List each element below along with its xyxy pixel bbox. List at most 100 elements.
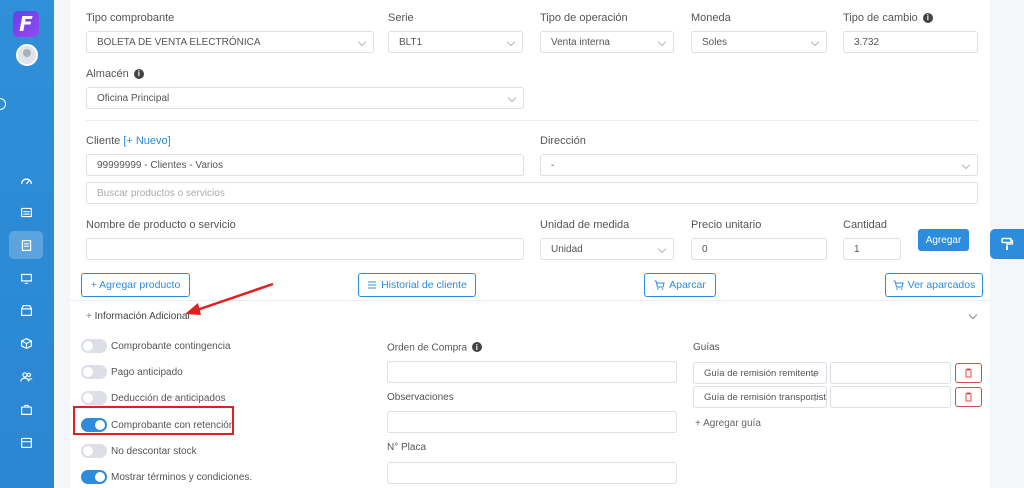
toggle-label: No descontar stock	[111, 445, 197, 457]
app-logo[interactable]: F	[13, 11, 39, 37]
guia-tipo-select-2[interactable]: Guía de remisión transportista	[693, 386, 827, 408]
serie-value: BLT1	[399, 36, 423, 48]
direccion-value: -	[551, 159, 555, 171]
tipo-operacion-select[interactable]: Venta interna	[540, 31, 674, 53]
theme-settings-tab[interactable]	[990, 229, 1024, 259]
chevron-down-icon	[657, 37, 667, 47]
toggle-row-pago-anticipado[interactable]: Pago anticipado	[81, 365, 183, 379]
list-icon	[368, 281, 377, 289]
cliente-value: 99999999 - Clientes - Varios	[97, 159, 223, 171]
nav-users[interactable]	[9, 362, 43, 390]
tipo-operacion-value: Venta interna	[551, 36, 610, 48]
orden-compra-label-text: Orden de Compra	[387, 342, 468, 354]
trash-icon	[965, 392, 972, 402]
tipo-cambio-label-text: Tipo de cambio	[843, 12, 918, 24]
precio-value: 0	[702, 243, 708, 255]
toggle-switch[interactable]	[81, 444, 107, 458]
nav-store[interactable]	[9, 296, 43, 324]
chevron-down-icon	[657, 244, 667, 254]
tipo-cambio-input[interactable]: 3.732	[843, 31, 978, 53]
delete-guia-button-1[interactable]	[955, 363, 982, 383]
tipo-comprobante-label: Tipo comprobante	[86, 12, 175, 24]
guias-label: Guías	[693, 342, 720, 353]
toggle-label: Pago anticipado	[111, 366, 183, 378]
cart-icon	[893, 280, 904, 290]
almacen-label: Almacén i	[86, 68, 144, 80]
cart-icon	[654, 280, 665, 290]
observaciones-input[interactable]	[387, 411, 677, 433]
briefcase-icon	[20, 404, 32, 415]
agregar-guia-link[interactable]: + Agregar guía	[695, 418, 761, 429]
nuevo-cliente-link[interactable]: [+ Nuevo]	[123, 135, 170, 147]
chevron-down-icon	[961, 160, 971, 170]
tipo-cambio-value: 3.732	[854, 36, 880, 48]
chevron-down-icon	[506, 37, 516, 47]
unidad-value: Unidad	[551, 243, 583, 255]
user-avatar[interactable]	[16, 44, 38, 66]
observaciones-label: Observaciones	[387, 392, 454, 403]
agregar-producto-button[interactable]: + Agregar producto	[81, 273, 190, 297]
tipo-cambio-label: Tipo de cambio i	[843, 12, 933, 24]
almacen-label-text: Almacén	[86, 68, 129, 80]
tipo-operacion-label: Tipo de operación	[540, 12, 628, 24]
unidad-select[interactable]: Unidad	[540, 238, 674, 260]
buscar-productos-input[interactable]: Buscar productos o servicios	[86, 182, 978, 204]
nav-invoices[interactable]	[9, 231, 43, 259]
toggle-switch[interactable]	[81, 391, 107, 405]
chevron-down-icon	[810, 37, 820, 47]
guia-numero-input-2[interactable]	[830, 386, 951, 408]
nav-briefcase[interactable]	[9, 395, 43, 423]
moneda-value: Soles	[702, 36, 728, 48]
unidad-label: Unidad de medida	[540, 219, 630, 231]
toggle-switch[interactable]	[81, 365, 107, 379]
toggle-switch[interactable]	[81, 470, 107, 484]
toggle-row-deduccion[interactable]: Deducción de anticipados	[81, 391, 226, 405]
aparcar-button[interactable]: Aparcar	[644, 273, 716, 297]
chevron-down-icon	[357, 37, 367, 47]
moneda-select[interactable]: Soles	[691, 31, 827, 53]
info-adicional-header[interactable]: + Información Adicional	[86, 311, 190, 322]
cantidad-input[interactable]: 1	[843, 238, 901, 260]
almacen-select[interactable]: Oficina Principal	[86, 87, 524, 109]
highlight-annotation	[73, 406, 234, 435]
direccion-select[interactable]: -	[540, 154, 978, 176]
toggle-row-no-descontar[interactable]: No descontar stock	[81, 444, 197, 458]
nav-sales[interactable]	[9, 198, 43, 226]
nav-products[interactable]	[9, 329, 43, 357]
sidebar-collapse-icon[interactable]	[0, 98, 6, 110]
guia-tipo-value: Guía de remisión remitente	[704, 367, 819, 379]
guia-tipo-select-1[interactable]: Guía de remisión remitente	[693, 362, 827, 384]
ver-aparcados-label: Ver aparcados	[907, 279, 976, 291]
info-icon[interactable]: i	[471, 342, 482, 352]
precio-input[interactable]: 0	[691, 238, 827, 260]
moneda-label: Moneda	[691, 12, 731, 24]
tipo-comprobante-select[interactable]: BOLETA DE VENTA ELECTRÓNICA	[86, 31, 374, 53]
nav-reports[interactable]	[9, 428, 43, 456]
toggle-row-contingencia[interactable]: Comprobante contingencia	[81, 339, 231, 353]
guia-numero-input-1[interactable]	[830, 362, 951, 384]
direccion-label: Dirección	[540, 135, 586, 147]
placa-input[interactable]	[387, 462, 677, 484]
nav-pos[interactable]	[9, 264, 43, 292]
historial-cliente-button[interactable]: Historial de cliente	[358, 273, 476, 297]
info-icon[interactable]: i	[133, 68, 144, 79]
toggle-row-terminos[interactable]: Mostrar términos y condiciones.	[81, 470, 252, 484]
calendar-icon	[20, 437, 32, 448]
info-icon[interactable]: i	[922, 12, 933, 23]
info-adicional-title: Información Adicional	[94, 311, 190, 322]
tipo-comprobante-value: BOLETA DE VENTA ELECTRÓNICA	[97, 36, 261, 48]
almacen-value: Oficina Principal	[97, 92, 170, 104]
orden-compra-input[interactable]	[387, 361, 677, 383]
precio-label: Precio unitario	[691, 219, 762, 231]
cliente-select[interactable]: 99999999 - Clientes - Varios	[86, 154, 524, 176]
sidebar: F	[0, 0, 54, 488]
ver-aparcados-button[interactable]: Ver aparcados	[885, 273, 983, 297]
delete-guia-button-2[interactable]	[955, 387, 982, 407]
nav-dashboard[interactable]	[9, 167, 43, 195]
agregar-button[interactable]: Agregar	[918, 229, 969, 251]
aparcar-label: Aparcar	[669, 279, 706, 291]
monitor-icon	[20, 273, 32, 284]
producto-input[interactable]	[86, 238, 524, 260]
serie-select[interactable]: BLT1	[388, 31, 523, 53]
toggle-switch[interactable]	[81, 339, 107, 353]
